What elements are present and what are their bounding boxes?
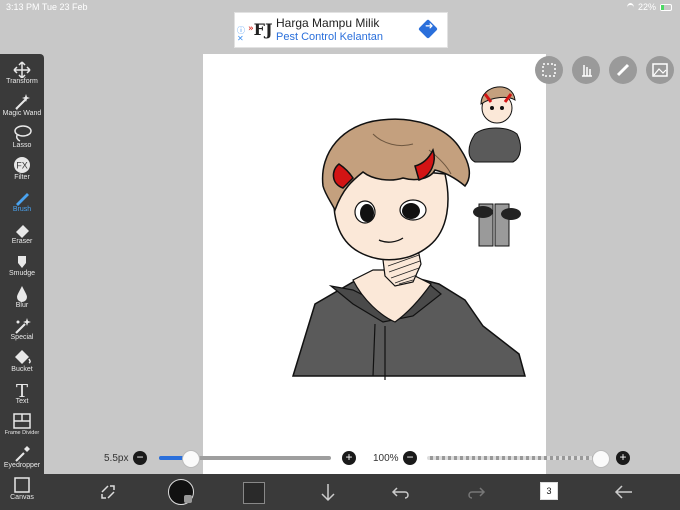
color-swatch[interactable] xyxy=(243,482,265,504)
layers-count: 3 xyxy=(546,486,552,496)
bottom-toolbar: 3 xyxy=(44,474,680,510)
tool-blur[interactable]: Blur xyxy=(0,282,44,314)
tool-special[interactable]: Special xyxy=(0,314,44,346)
brush-size-knob[interactable] xyxy=(182,450,200,468)
tool-palette: Transform Magic Wand Lasso FX Filter Brush Era… xyxy=(0,54,44,510)
ad-subtitle: Pest Control Kelantan xyxy=(276,31,384,43)
transform-icon xyxy=(13,61,31,78)
brush-sliders: 5.5px − + 100% − + xyxy=(44,446,680,472)
battery-percent: 22% xyxy=(637,2,656,12)
tool-label: Smudge xyxy=(8,270,36,277)
tool-label: Blur xyxy=(15,302,29,309)
drawing-canvas[interactable] xyxy=(203,54,546,474)
frame-divider-icon xyxy=(13,413,31,429)
canvas-actions xyxy=(535,56,674,84)
download-icon[interactable] xyxy=(316,480,340,504)
status-time: 3:13 PM Tue 23 Feb xyxy=(6,2,88,12)
canvas-icon xyxy=(14,477,30,493)
artwork xyxy=(291,86,526,380)
tool-label: Magic Wand xyxy=(2,110,42,117)
selection-icon[interactable] xyxy=(535,56,563,84)
tool-eyedropper[interactable]: Eyedropper xyxy=(0,442,44,474)
text-icon: T xyxy=(16,381,28,398)
brush-icon xyxy=(16,193,29,206)
opacity-knob[interactable] xyxy=(592,450,610,468)
special-icon xyxy=(15,318,31,334)
tool-lasso[interactable]: Lasso xyxy=(0,122,44,154)
opacity-plus-button[interactable]: + xyxy=(616,451,630,465)
smudge-icon xyxy=(18,256,26,268)
tool-frame-divider[interactable]: Frame Divider xyxy=(0,410,44,442)
layers-icon[interactable]: 3 xyxy=(540,482,558,500)
directions-icon[interactable] xyxy=(418,19,438,39)
tool-label: Bucket xyxy=(11,366,33,373)
lasso-icon xyxy=(14,125,32,142)
fx-icon: FX xyxy=(14,157,30,173)
tool-label: Eraser xyxy=(11,238,33,245)
tool-label: Frame Divider xyxy=(4,430,40,436)
brush-size-minus-button[interactable]: − xyxy=(133,451,147,465)
tool-magic-wand[interactable]: Magic Wand xyxy=(0,90,44,122)
tool-canvas[interactable]: Canvas xyxy=(0,474,44,506)
tool-label: Text xyxy=(15,398,29,405)
svg-text:T: T xyxy=(16,381,28,398)
tool-filter[interactable]: FX Filter xyxy=(0,154,44,186)
eyedropper-icon xyxy=(15,446,30,462)
undo-icon[interactable] xyxy=(389,480,413,504)
redo-icon[interactable] xyxy=(464,480,488,504)
wifi-icon xyxy=(626,2,634,12)
brush-settings-icon[interactable] xyxy=(168,479,194,505)
tool-label: Eyedropper xyxy=(3,462,41,469)
tool-label: Lasso xyxy=(12,142,32,149)
tool-label: Filter xyxy=(14,174,30,181)
tool-eraser[interactable]: Eraser xyxy=(0,218,44,250)
tool-label: Brush xyxy=(12,206,32,213)
chibi-figure xyxy=(468,86,521,247)
svg-text:FX: FX xyxy=(16,161,28,171)
back-icon[interactable] xyxy=(612,480,636,504)
brush-size-plus-button[interactable]: + xyxy=(342,451,356,465)
opacity-track[interactable] xyxy=(427,456,605,460)
opacity-minus-button[interactable]: − xyxy=(403,451,417,465)
battery-icon xyxy=(660,3,672,11)
eraser-icon xyxy=(16,225,29,238)
opacity-value: 100% xyxy=(373,453,399,464)
tool-smudge[interactable]: Smudge xyxy=(0,250,44,282)
touch-icon[interactable] xyxy=(572,56,600,84)
tool-label: Transform xyxy=(6,78,38,85)
ad-info-icon[interactable]: ⓘ ✕ xyxy=(237,27,245,43)
magic-wand-icon xyxy=(15,94,30,110)
brush-size-value: 5.5px xyxy=(104,453,129,464)
ad-title: Harga Mampu Milik xyxy=(276,16,380,30)
tool-label: Special xyxy=(10,334,34,341)
ruler-pen-icon[interactable] xyxy=(609,56,637,84)
tool-bucket[interactable]: Bucket xyxy=(0,346,44,378)
image-import-icon[interactable] xyxy=(646,56,674,84)
ad-logo: »FJ xyxy=(248,20,273,39)
tool-label: Canvas xyxy=(10,494,34,501)
status-right: 22% xyxy=(626,2,672,12)
tool-text[interactable]: T Text xyxy=(0,378,44,410)
bucket-icon xyxy=(15,350,31,364)
transform-toggle-icon[interactable] xyxy=(96,480,120,504)
tool-brush[interactable]: Brush xyxy=(0,186,44,218)
ad-banner[interactable]: ⓘ ✕ »FJ Harga Mampu Milik Pest Control Ke… xyxy=(234,12,448,48)
blur-icon xyxy=(17,286,27,302)
tool-transform[interactable]: Transform xyxy=(0,58,44,90)
